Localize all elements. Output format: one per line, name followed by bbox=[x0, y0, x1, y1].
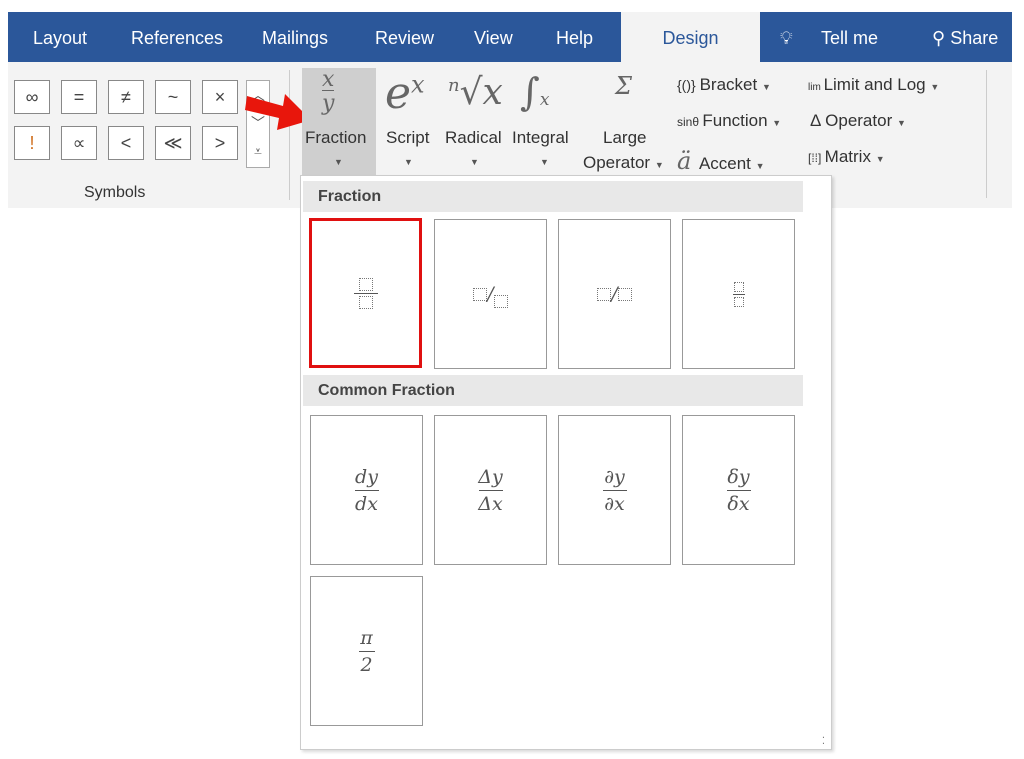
symbol-not-equal[interactable]: ≠ bbox=[108, 80, 144, 114]
denominator: dx bbox=[355, 492, 378, 515]
tab-mailings[interactable]: Mailings bbox=[262, 12, 328, 62]
bracket-button[interactable]: {()} Bracket ▼ bbox=[677, 75, 771, 95]
matrix-button[interactable]: [⁞⁞] Matrix ▼ bbox=[808, 147, 885, 167]
fraction-gallery: Fraction / / Common Fraction dy dx Δy Δx ∂… bbox=[300, 175, 832, 750]
chevron-down-icon: ▼ bbox=[334, 157, 343, 167]
lightbulb-icon: 💡︎ bbox=[780, 28, 793, 48]
share-label: Share bbox=[950, 28, 999, 48]
function-label: Function bbox=[702, 111, 768, 130]
bracket-icon: {()} bbox=[677, 77, 700, 93]
integral-icon[interactable]: ∫x bbox=[520, 70, 549, 114]
symbol-proportional[interactable]: ∝ bbox=[61, 126, 97, 160]
numerator: dy bbox=[355, 465, 378, 488]
accent-button[interactable]: ä Accent ▼ bbox=[677, 147, 765, 175]
common-fraction-pi-over-2[interactable]: π2 bbox=[310, 576, 423, 726]
function-icon: sinθ bbox=[677, 115, 703, 129]
matrix-label: Matrix bbox=[824, 147, 871, 166]
person-add-icon: ⚲ bbox=[932, 28, 951, 48]
fraction-linear[interactable]: / bbox=[558, 219, 671, 369]
common-fraction-delta[interactable]: Δy Δx bbox=[434, 415, 547, 565]
section-header-fraction: Fraction bbox=[303, 181, 803, 212]
denominator: 2 bbox=[360, 653, 373, 676]
chevron-down-icon: ▼ bbox=[470, 157, 479, 167]
fraction-skewed[interactable]: / bbox=[434, 219, 547, 369]
tab-review[interactable]: Review bbox=[375, 12, 434, 62]
fraction-stacked[interactable] bbox=[309, 218, 422, 368]
tab-view[interactable]: View bbox=[474, 12, 513, 62]
limit-log-button[interactable]: lim Limit and Log ▼ bbox=[808, 75, 939, 95]
limit-icon: lim bbox=[808, 82, 824, 93]
symbol-much-less[interactable]: ≪ bbox=[155, 126, 191, 160]
radical-icon[interactable]: n√x bbox=[448, 72, 503, 113]
resize-grip[interactable]: ⁚ bbox=[822, 736, 825, 747]
radical-button[interactable]: Radical bbox=[445, 128, 502, 148]
chevron-down-icon: ▼ bbox=[540, 157, 549, 167]
script-button[interactable]: Script bbox=[386, 128, 429, 148]
fraction-icon: xy bbox=[322, 67, 335, 116]
symbol-infinity[interactable]: ∞ bbox=[14, 80, 50, 114]
tab-help[interactable]: Help bbox=[556, 12, 593, 62]
chevron-down-icon: ▼ bbox=[404, 157, 413, 167]
large-operator-text: Operator bbox=[583, 153, 651, 172]
tab-design[interactable]: Design bbox=[621, 12, 760, 62]
bracket-label: Bracket bbox=[699, 75, 758, 94]
accent-label: Accent bbox=[698, 154, 751, 173]
limit-log-label: Limit and Log bbox=[823, 75, 926, 94]
denominator: δx bbox=[727, 492, 750, 515]
tab-references[interactable]: References bbox=[131, 12, 223, 62]
tell-me-search[interactable]: Tell me bbox=[821, 12, 878, 62]
share-button[interactable]: ⚲ Share bbox=[932, 12, 998, 62]
numerator: π bbox=[360, 626, 373, 649]
tab-layout[interactable]: Layout bbox=[33, 12, 87, 62]
function-button[interactable]: sinθ Function ▼ bbox=[677, 111, 781, 131]
denominator: ∂x bbox=[604, 492, 625, 515]
operator-button[interactable]: Δ Operator ▼ bbox=[810, 111, 906, 131]
large-operator-label-2[interactable]: Operator ▼ bbox=[583, 153, 664, 173]
symbol-factorial[interactable]: ! bbox=[14, 126, 50, 160]
common-fraction-partial[interactable]: ∂y ∂x bbox=[558, 415, 671, 565]
denominator: Δx bbox=[478, 492, 503, 515]
numerator: δy bbox=[727, 465, 750, 488]
common-fraction-small-delta[interactable]: δy δx bbox=[682, 415, 795, 565]
common-fraction-dy-dx[interactable]: dy dx bbox=[310, 415, 423, 565]
numerator: ∂y bbox=[604, 465, 625, 488]
numerator: Δy bbox=[478, 465, 503, 488]
symbol-greater-than[interactable]: > bbox=[202, 126, 238, 160]
symbol-equals[interactable]: = bbox=[61, 80, 97, 114]
delta-operator-icon: Δ bbox=[810, 111, 826, 130]
integral-button[interactable]: Integral bbox=[512, 128, 569, 148]
large-operator-icon[interactable]: Σ bbox=[615, 72, 632, 100]
symbol-times[interactable]: × bbox=[202, 80, 238, 114]
large-operator-label-1[interactable]: Large bbox=[603, 128, 646, 148]
matrix-icon: [⁞⁞] bbox=[808, 151, 825, 165]
group-divider bbox=[986, 70, 987, 198]
accent-icon: ä bbox=[677, 147, 699, 175]
operator-label: Operator bbox=[825, 111, 893, 130]
script-icon[interactable]: ex bbox=[385, 68, 425, 119]
symbol-tilde[interactable]: ~ bbox=[155, 80, 191, 114]
symbols-group-label: Symbols bbox=[84, 184, 146, 201]
fraction-label: Fraction bbox=[305, 128, 367, 147]
section-header-common-fraction: Common Fraction bbox=[303, 375, 803, 406]
fraction-small[interactable] bbox=[682, 219, 795, 369]
symbol-less-than[interactable]: < bbox=[108, 126, 144, 160]
